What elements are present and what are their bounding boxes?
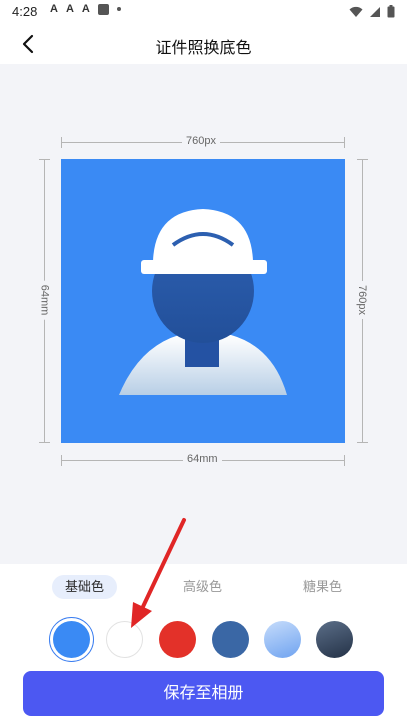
status-bar: 4:28 A A A: [0, 0, 407, 24]
app-notification-icon: A: [81, 3, 90, 15]
battery-icon: [387, 5, 395, 18]
status-time: 4:28: [12, 4, 38, 19]
app-notification-icon: A: [65, 3, 74, 15]
dimension-tick: [39, 159, 50, 160]
swatch-red[interactable]: [159, 621, 196, 658]
dimension-label-bottom: 64mm: [183, 453, 222, 465]
status-app-icons: A A A: [50, 3, 121, 15]
tab-advanced-colors[interactable]: 高级色: [170, 575, 235, 599]
dimension-label-top: 760px: [182, 135, 220, 147]
dimension-label-right: 760px: [355, 281, 368, 319]
notification-square-icon: [97, 3, 109, 15]
swatch-blue[interactable]: [53, 621, 90, 658]
dimension-tick: [357, 159, 368, 160]
id-photo: [61, 159, 345, 443]
person-avatar-icon: [119, 209, 287, 395]
tab-basic-colors[interactable]: 基础色: [52, 575, 117, 599]
swatch-dark-blue[interactable]: [212, 621, 249, 658]
page-title: 证件照换底色: [155, 40, 252, 57]
app-bar: 证件照换底色: [0, 24, 407, 64]
wifi-icon: [349, 6, 363, 17]
dimension-tick: [344, 455, 345, 466]
dimension-label-left: 64mm: [38, 280, 51, 320]
swatch-dark-gray-gradient[interactable]: [316, 621, 353, 658]
color-picker-panel: 基础色 高级色 糖果色 保存至相册: [0, 564, 407, 725]
dimension-tick: [344, 137, 345, 148]
save-to-album-button[interactable]: 保存至相册: [23, 671, 384, 716]
app-notification-icon: A: [50, 3, 58, 15]
dimension-tick: [61, 137, 62, 148]
signal-icon: [370, 6, 380, 17]
swatch-light-blue-gradient[interactable]: [264, 621, 301, 658]
tab-candy-colors[interactable]: 糖果色: [290, 575, 355, 599]
swatch-white[interactable]: [106, 621, 143, 658]
photo-preview-area: 760px 64mm 64mm 760px: [0, 64, 407, 564]
status-indicators: [349, 5, 395, 18]
notification-dot-icon: [116, 7, 121, 11]
dimension-tick: [39, 442, 50, 443]
dimension-tick: [61, 455, 62, 466]
dimension-tick: [357, 442, 368, 443]
